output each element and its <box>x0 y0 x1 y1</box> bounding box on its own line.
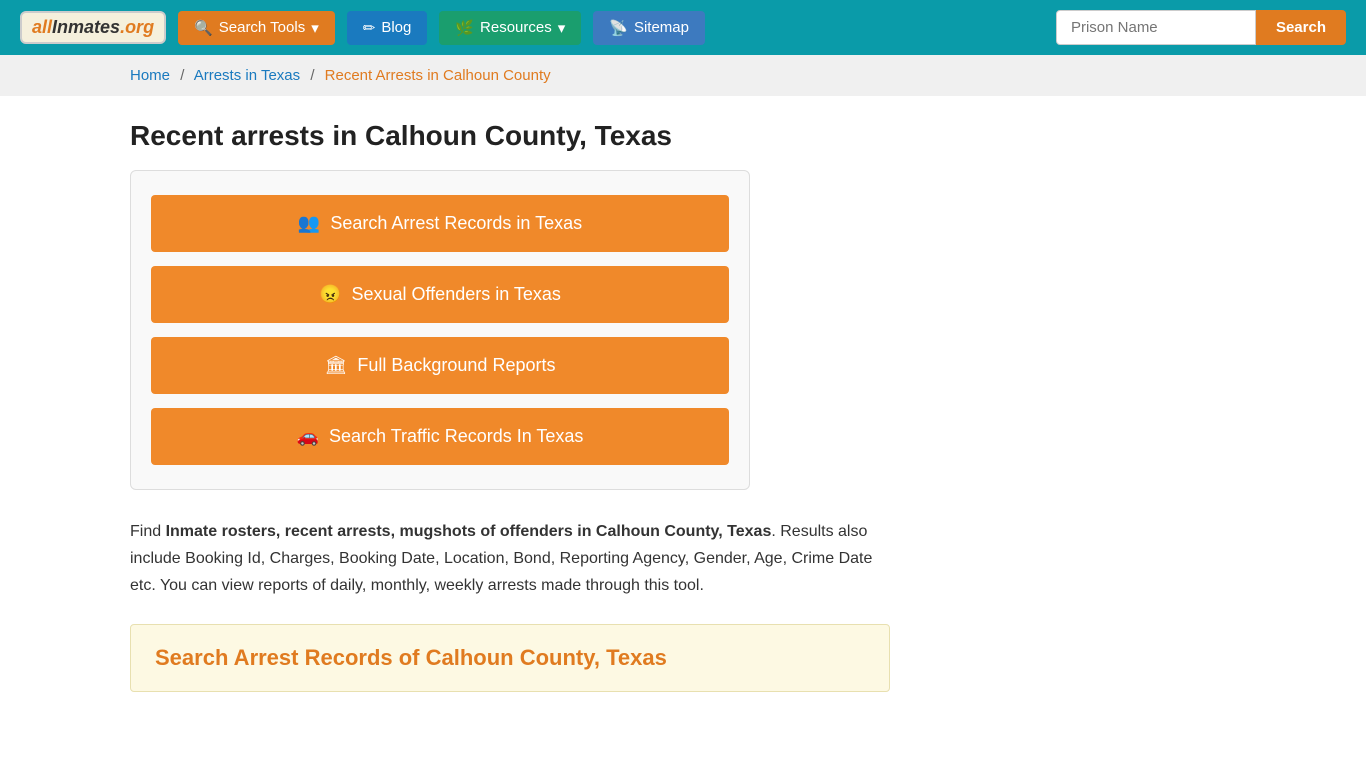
traffic-records-label: Search Traffic Records In Texas <box>329 426 583 447</box>
logo-all: all <box>32 17 52 37</box>
breadcrumb-home[interactable]: Home <box>130 67 170 84</box>
main-content: Recent arrests in Calhoun County, Texas … <box>0 96 1366 716</box>
chevron-down-icon: ▾ <box>311 19 319 37</box>
nav-search-tools-label: Search Tools <box>219 19 305 36</box>
description-find: Find <box>130 523 166 540</box>
logo-nmates: nmates <box>57 17 120 37</box>
search-arrest-label: Search Arrest Records in Texas <box>330 213 582 234</box>
nav-resources[interactable]: 🌿 Resources ▾ <box>439 11 581 45</box>
resources-icon: 🌿 <box>455 19 474 37</box>
breadcrumb-arrests-texas[interactable]: Arrests in Texas <box>194 67 300 84</box>
nav-sitemap[interactable]: 📡 Sitemap <box>593 11 705 45</box>
angry-icon: 😠 <box>319 284 341 305</box>
background-reports-label: Full Background Reports <box>357 355 555 376</box>
description-text: Find Inmate rosters, recent arrests, mug… <box>130 518 890 600</box>
action-button-box: 👥 Search Arrest Records in Texas 😠 Sexua… <box>130 170 750 490</box>
nav-resources-label: Resources <box>480 19 552 36</box>
logo-dot-org: .org <box>120 17 154 37</box>
description-bold: Inmate rosters, recent arrests, mugshots… <box>166 523 772 540</box>
search-arrest-records-button[interactable]: 👥 Search Arrest Records in Texas <box>151 195 729 252</box>
site-header: allInmates.org 🔍 Search Tools ▾ ✏ Blog 🌿… <box>0 0 1366 55</box>
breadcrumb-sep-2: / <box>310 67 314 84</box>
sitemap-icon: 📡 <box>609 19 628 37</box>
sexual-offenders-button[interactable]: 😠 Sexual Offenders in Texas <box>151 266 729 323</box>
header-search: Search <box>1056 10 1346 45</box>
prison-search-button[interactable]: Search <box>1256 10 1346 45</box>
car-icon: 🚗 <box>297 426 319 447</box>
prison-search-input[interactable] <box>1056 10 1256 45</box>
page-title: Recent arrests in Calhoun County, Texas <box>130 120 1236 152</box>
breadcrumb-sep-1: / <box>180 67 184 84</box>
search-section-title: Search Arrest Records of Calhoun County,… <box>155 645 865 671</box>
traffic-records-button[interactable]: 🚗 Search Traffic Records In Texas <box>151 408 729 465</box>
nav-blog-label: Blog <box>381 19 411 36</box>
blog-icon: ✏ <box>363 19 376 37</box>
resources-chevron-icon: ▾ <box>558 19 566 37</box>
search-tools-icon: 🔍 <box>194 19 213 37</box>
sexual-offenders-label: Sexual Offenders in Texas <box>351 284 560 305</box>
breadcrumb-current: Recent Arrests in Calhoun County <box>325 67 551 84</box>
site-logo[interactable]: allInmates.org <box>20 11 166 44</box>
nav-search-tools[interactable]: 🔍 Search Tools ▾ <box>178 11 335 45</box>
background-reports-button[interactable]: 🏛 Full Background Reports <box>151 337 729 394</box>
breadcrumb: Home / Arrests in Texas / Recent Arrests… <box>0 55 1366 96</box>
building-icon: 🏛 <box>325 355 348 376</box>
nav-blog[interactable]: ✏ Blog <box>347 11 428 45</box>
people-icon: 👥 <box>298 213 320 234</box>
nav-sitemap-label: Sitemap <box>634 19 689 36</box>
search-section: Search Arrest Records of Calhoun County,… <box>130 624 890 692</box>
